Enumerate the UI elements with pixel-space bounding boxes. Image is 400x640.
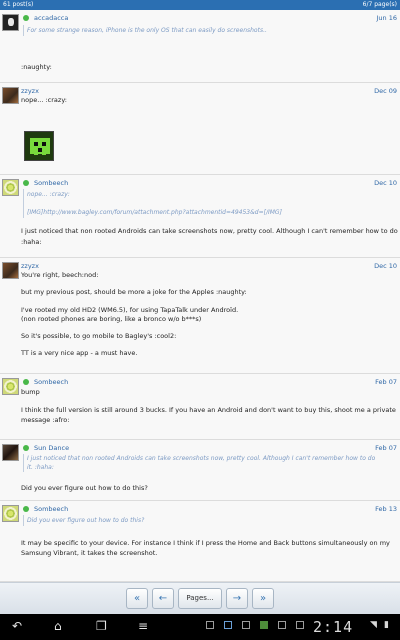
- post-text: :naughty:: [21, 63, 52, 71]
- post-quote: For some strange reason, iPhone is the o…: [23, 25, 267, 36]
- post-text: bump: [21, 388, 40, 396]
- pagination-bar: « ← Pages... → »: [0, 582, 400, 614]
- post-quote: Did you ever figure out how to do this?: [23, 515, 144, 526]
- home-icon[interactable]: ⌂: [54, 619, 62, 633]
- post-item[interactable]: Sombeech Feb 07 bump I think the full ve…: [0, 374, 400, 440]
- first-page-button[interactable]: «: [126, 588, 148, 609]
- post-text: :haha:: [21, 238, 42, 246]
- avatar[interactable]: [2, 378, 19, 395]
- post-username[interactable]: Sombeech: [34, 378, 68, 386]
- post-username[interactable]: zzyzx: [21, 87, 39, 95]
- system-navigation-bar: ↶ ⌂ ❐ ≡ 2:14 ◥ ▮: [0, 614, 400, 640]
- post-date: Feb 07: [375, 378, 397, 386]
- menu-icon[interactable]: ≡: [138, 619, 148, 633]
- avatar[interactable]: [2, 505, 19, 522]
- post-text: You're right, beech:nod:: [21, 271, 99, 279]
- thread-header-bar: 61 post(s) 6/7 page(s): [0, 0, 400, 10]
- post-username[interactable]: Sombeech: [34, 179, 68, 187]
- post-date: Dec 10: [374, 179, 397, 187]
- post-quote: nope... :crazy: [IMG]http://www.bagley.c…: [23, 189, 282, 218]
- online-status-icon: [23, 180, 29, 186]
- post-date: Dec 09: [374, 87, 397, 95]
- screenshot-icon[interactable]: [206, 621, 214, 629]
- post-date: Feb 13: [375, 505, 397, 513]
- post-text: I just noticed that non rooted Androids …: [21, 227, 400, 235]
- quote-line: I just noticed that non rooted Androids …: [27, 455, 376, 462]
- recent-apps-icon[interactable]: ❐: [96, 619, 107, 633]
- post-username[interactable]: zzyzx: [21, 262, 39, 270]
- avatar[interactable]: [2, 262, 19, 279]
- post-text: Did you ever figure out how to do this?: [21, 484, 148, 492]
- post-item[interactable]: Sombeech Dec 10 nope... :crazy: [IMG]htt…: [0, 175, 400, 258]
- gallery-icon[interactable]: [242, 621, 250, 629]
- online-status-icon: [23, 15, 29, 21]
- post-text: but my previous post, should be more a j…: [21, 288, 247, 296]
- wifi-icon: ◥: [370, 620, 377, 630]
- quote-line: it. :haha:: [27, 464, 54, 471]
- avatar[interactable]: [2, 179, 19, 196]
- notification-icon[interactable]: [224, 621, 232, 629]
- post-text: message :afro:: [21, 416, 70, 424]
- post-date: Feb 07: [375, 444, 397, 452]
- online-status-icon: [23, 379, 29, 385]
- attached-image[interactable]: [24, 131, 54, 161]
- post-date: Jun 16: [376, 14, 398, 22]
- post-list[interactable]: accadacca Jun 16 For some strange reason…: [0, 10, 400, 582]
- post-text: TT is a very nice app - a must have.: [21, 349, 138, 357]
- next-page-button[interactable]: →: [226, 588, 248, 609]
- battery-icon: ▮: [384, 620, 389, 630]
- post-text: nope... :crazy:: [21, 96, 67, 104]
- post-item[interactable]: zzyzx Dec 09 nope... :crazy:: [0, 83, 400, 175]
- post-username[interactable]: Sombeech: [34, 505, 68, 513]
- page-indicator: 6/7 page(s): [362, 1, 397, 8]
- app-icon[interactable]: [260, 621, 268, 629]
- post-text: I think the full version is still around…: [21, 406, 396, 414]
- avatar[interactable]: [2, 87, 19, 104]
- post-username[interactable]: accadacca: [34, 14, 68, 22]
- post-item[interactable]: zzyzx Dec 10 You're right, beech:nod: bu…: [0, 258, 400, 374]
- post-text: Samsung Vibrant, it takes the screenshot…: [21, 549, 158, 557]
- clock[interactable]: 2:14: [313, 618, 353, 636]
- post-text: It may be specific to your device. For i…: [21, 539, 390, 547]
- post-text: (non rooted phones are boring, like a br…: [21, 315, 202, 323]
- previous-page-button[interactable]: ←: [152, 588, 174, 609]
- quote-line: [IMG]http://www.bagley.com/forum/attachm…: [27, 209, 282, 216]
- back-icon[interactable]: ↶: [12, 619, 22, 633]
- post-item[interactable]: Sombeech Feb 13 Did you ever figure out …: [0, 501, 400, 582]
- post-date: Dec 10: [374, 262, 397, 270]
- avatar[interactable]: [2, 444, 19, 461]
- post-count: 61 post(s): [3, 1, 34, 8]
- post-quote: I just noticed that non rooted Androids …: [23, 454, 375, 472]
- online-status-icon: [23, 506, 29, 512]
- usb-icon[interactable]: [296, 621, 304, 629]
- avatar[interactable]: [2, 14, 19, 31]
- download-icon[interactable]: [278, 621, 286, 629]
- post-item[interactable]: Sun Dance Feb 07 I just noticed that non…: [0, 440, 400, 501]
- pages-button[interactable]: Pages...: [178, 588, 222, 609]
- post-text: So it's possible, to go mobile to Bagley…: [21, 332, 177, 340]
- post-text: I've rooted my old HD2 (WM6.5), for usin…: [21, 306, 239, 314]
- quote-line: nope... :crazy:: [27, 191, 70, 198]
- online-status-icon: [23, 445, 29, 451]
- post-item[interactable]: accadacca Jun 16 For some strange reason…: [0, 10, 400, 83]
- last-page-button[interactable]: »: [252, 588, 274, 609]
- post-username[interactable]: Sun Dance: [34, 444, 69, 452]
